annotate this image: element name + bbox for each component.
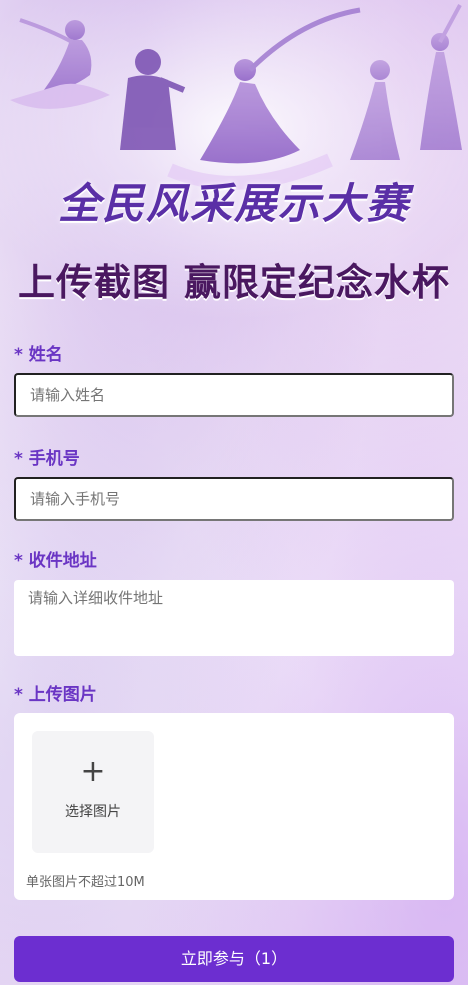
plus-icon: +: [80, 754, 106, 789]
address-textarea[interactable]: [14, 580, 454, 656]
phone-input[interactable]: [14, 477, 454, 521]
phone-label: * 手机号: [14, 449, 80, 469]
upload-label: * 上传图片: [14, 685, 97, 705]
image-picker-button[interactable]: + 选择图片: [32, 731, 154, 853]
upload-hint: 单张图片不超过10M: [26, 875, 145, 890]
upload-card: + 选择图片 单张图片不超过10M: [14, 713, 454, 900]
banner-title: 全民风采展示大赛: [57, 179, 410, 228]
name-input[interactable]: [14, 373, 454, 417]
banner-subtitle: 上传截图 赢限定纪念水杯: [18, 260, 450, 304]
address-label: * 收件地址: [14, 551, 97, 571]
image-picker-label: 选择图片: [65, 804, 121, 820]
name-label: * 姓名: [14, 345, 63, 365]
submit-button[interactable]: 立即参与（1）: [14, 936, 454, 982]
